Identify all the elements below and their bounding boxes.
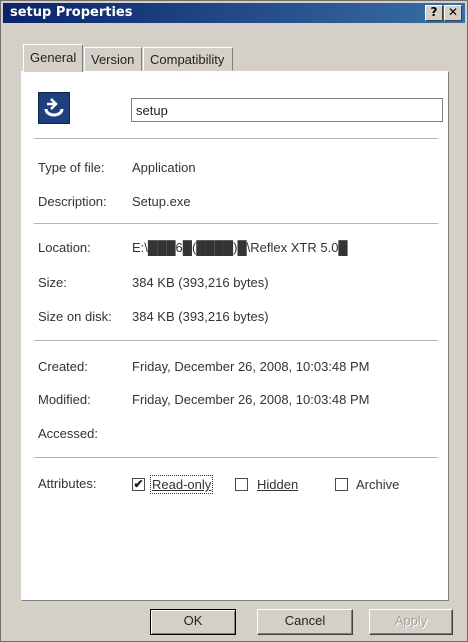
type-of-file-label: Type of file: [38,160,105,175]
tab-compatibility[interactable]: Compatibility [143,47,233,71]
close-button[interactable]: ✕ [444,5,462,21]
apply-button[interactable]: Apply [369,609,453,635]
hidden-label[interactable]: Hidden [257,477,298,492]
hidden-checkbox[interactable] [235,478,248,491]
help-button[interactable]: ? [425,5,443,21]
separator [34,138,438,140]
tab-general[interactable]: General [23,44,83,72]
cancel-button[interactable]: Cancel [257,609,353,635]
location-label: Location: [38,240,91,255]
size-label: Size: [38,275,67,290]
size-on-disk-label: Size on disk: [38,309,112,324]
general-tab-panel: Type of file: Application Description: S… [21,71,449,601]
setup-program-icon [38,92,70,124]
ok-button[interactable]: OK [150,609,236,635]
description-label: Description: [38,194,107,209]
properties-dialog: setup Properties ? ✕ General Version Com… [0,0,468,642]
modified-label: Modified: [38,392,91,407]
size-value: 384 KB (393,216 bytes) [132,275,269,290]
attributes-label: Attributes: [38,476,97,491]
archive-label[interactable]: Archive [356,477,399,492]
modified-value: Friday, December 26, 2008, 10:03:48 PM [132,392,370,407]
read-only-checkbox[interactable]: ✔ [132,478,145,491]
created-value: Friday, December 26, 2008, 10:03:48 PM [132,359,370,374]
tab-version[interactable]: Version [84,47,142,71]
description-value: Setup.exe [132,194,191,209]
type-of-file-value: Application [132,160,196,175]
created-label: Created: [38,359,88,374]
separator [34,223,438,225]
separator [34,340,438,342]
title-bar[interactable]: setup Properties ? ✕ [3,3,465,23]
archive-checkbox[interactable] [335,478,348,491]
location-value: E:\███6█(████)█\Reflex XTR 5.0█ [132,240,348,255]
read-only-label[interactable]: Read-only [149,475,214,494]
window-title: setup Properties [10,5,133,20]
file-name-input[interactable] [131,98,443,122]
hidden-label-text: Hidden [257,477,299,492]
accessed-label: Accessed: [38,426,98,441]
read-only-label-text: Read-only [152,477,212,492]
size-on-disk-value: 384 KB (393,216 bytes) [132,309,269,324]
separator [34,457,438,459]
